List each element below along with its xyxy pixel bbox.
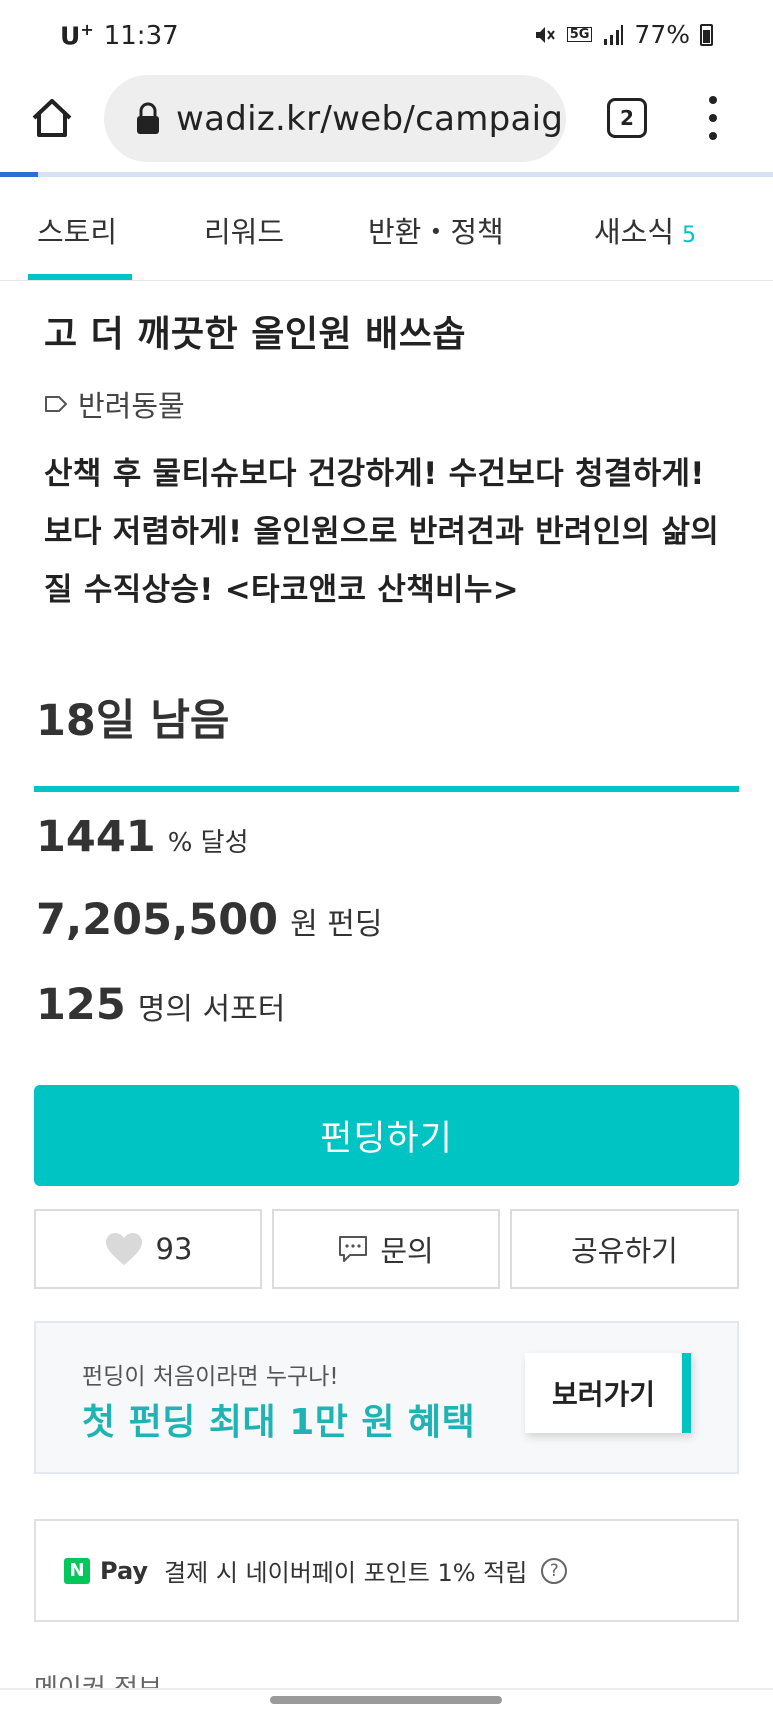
- browser-toolbar: wadiz.kr/web/campaign 2: [0, 70, 773, 170]
- news-count-badge: 5: [682, 223, 697, 248]
- achievement-rate: 1441 % 달성: [36, 812, 249, 862]
- supporter-count: 125 명의 서포터: [36, 980, 285, 1030]
- like-count: 93: [155, 1232, 193, 1266]
- tab-news[interactable]: 새소식 5: [594, 209, 696, 251]
- more-menu-icon[interactable]: [700, 96, 726, 140]
- home-icon[interactable]: [28, 94, 76, 142]
- share-button[interactable]: 공유하기: [510, 1209, 739, 1289]
- achievement-rate-value: 1441: [36, 812, 156, 862]
- carrier-label: U+: [60, 20, 94, 51]
- fund-button-label: 펀딩하기: [320, 1119, 453, 1159]
- tab-story[interactable]: 스토리: [37, 209, 117, 251]
- battery-icon: [700, 23, 713, 46]
- heart-icon: [105, 1233, 142, 1265]
- funding-progress-fill: [34, 786, 739, 792]
- fund-button[interactable]: 펀딩하기: [34, 1085, 739, 1186]
- promo-view-button[interactable]: 보러가기: [525, 1353, 691, 1433]
- address-bar[interactable]: wadiz.kr/web/campaign: [104, 75, 566, 162]
- tab-switcher-button[interactable]: 2: [607, 98, 647, 138]
- days-remaining: 18일 남음: [36, 696, 230, 746]
- status-right: 5G 77%: [533, 20, 713, 49]
- share-label: 공유하기: [571, 1234, 678, 1268]
- inquiry-label: 문의: [380, 1234, 434, 1268]
- naverpay-info: N Pay 결제 시 네이버페이 포인트 1% 적립 ?: [34, 1519, 739, 1622]
- naverpay-logo-icon: N: [64, 1557, 90, 1584]
- category-label: 반려동물: [78, 389, 185, 423]
- status-bar: U+ 11:37 5G 77%: [0, 0, 773, 70]
- maker-info-heading: 메이커 정보: [34, 1668, 162, 1688]
- mute-icon: [535, 26, 555, 43]
- supporter-count-unit: 명의 서포터: [137, 992, 286, 1027]
- achievement-rate-unit: % 달성: [167, 828, 249, 858]
- naverpay-point-text: 결제 시 네이버페이 포인트 1% 적립: [164, 1559, 528, 1587]
- promo-subtitle: 펀딩이 처음이라면 누구나!: [82, 1364, 339, 1390]
- lock-icon: [137, 102, 159, 134]
- first-funding-promo-banner[interactable]: 펀딩이 처음이라면 누구나! 첫 펀딩 최대 1만 원 혜택 보러가기: [34, 1321, 739, 1474]
- funding-progress-bar: [34, 786, 739, 792]
- tab-refund-policy[interactable]: 반환・정책: [368, 209, 504, 251]
- help-icon[interactable]: ?: [541, 1557, 568, 1584]
- url-text: wadiz.kr/web/campaign: [176, 98, 566, 139]
- tab-reward[interactable]: 리워드: [204, 209, 284, 251]
- category-tag[interactable]: 반려동물: [44, 383, 185, 425]
- gesture-handle[interactable]: [270, 1696, 502, 1704]
- promo-headline: 첫 펀딩 최대 1만 원 혜택: [82, 1402, 476, 1443]
- tab-count: 2: [620, 106, 634, 130]
- nav-divider: [0, 1688, 773, 1690]
- 5g-icon: 5G: [566, 27, 593, 42]
- clock: 11:37: [103, 21, 179, 52]
- active-tab-indicator: [28, 274, 132, 280]
- battery-percent: 77%: [634, 20, 690, 49]
- signal-icon: [604, 24, 624, 45]
- project-title: 고 더 깨끗한 올인원 배쓰솝: [44, 314, 466, 355]
- like-button[interactable]: 93: [34, 1209, 262, 1289]
- promo-view-label: 보러가기: [551, 1378, 656, 1411]
- status-left: U+ 11:37: [60, 20, 179, 51]
- inquiry-button[interactable]: 문의: [272, 1209, 500, 1289]
- tag-icon: [45, 396, 67, 412]
- chat-icon: [339, 1236, 368, 1262]
- funded-amount-unit: 원 펀딩: [290, 907, 383, 942]
- campaign-tab-nav: 스토리 리워드 반환・정책 새소식 5: [0, 177, 773, 281]
- supporter-count-value: 125: [36, 980, 126, 1030]
- project-description: 산책 후 물티슈보다 건강하게! 수건보다 청결하게! 보다 저렴하게! 올인원…: [44, 456, 720, 608]
- funded-amount: 7,205,500 원 펀딩: [36, 895, 382, 945]
- funded-amount-value: 7,205,500: [36, 895, 279, 945]
- naverpay-label: Pay: [100, 1556, 149, 1585]
- system-nav-area: [0, 1690, 773, 1718]
